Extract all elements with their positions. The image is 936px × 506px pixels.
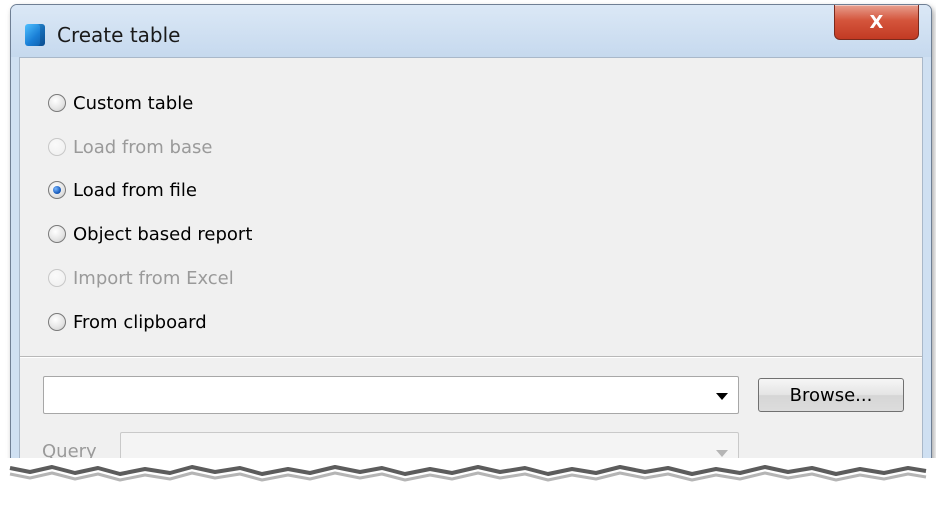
option-label: Import from Excel bbox=[73, 267, 234, 289]
create-table-dialog: Create table X Custom table Load from ba… bbox=[10, 4, 932, 496]
chevron-down-icon[interactable] bbox=[716, 393, 728, 400]
dialog-body: Custom table Load from base Load from fi… bbox=[19, 57, 923, 495]
browse-button[interactable]: Browse... bbox=[758, 378, 904, 412]
radio-import-from-excel bbox=[48, 269, 66, 287]
option-label: Load from base bbox=[73, 136, 213, 158]
option-label: From clipboard bbox=[73, 311, 207, 333]
option-import-from-excel: Import from Excel bbox=[48, 263, 234, 293]
option-label: Object based report bbox=[73, 223, 253, 245]
radio-from-clipboard[interactable] bbox=[48, 313, 66, 331]
option-load-from-file[interactable]: Load from file bbox=[48, 175, 197, 205]
close-button[interactable]: X bbox=[834, 5, 919, 40]
radio-object-based-report[interactable] bbox=[48, 225, 66, 243]
option-load-from-base: Load from base bbox=[48, 132, 212, 162]
dialog-title: Create table bbox=[57, 23, 181, 47]
option-from-clipboard[interactable]: From clipboard bbox=[48, 307, 207, 337]
app-icon bbox=[25, 24, 45, 46]
close-icon: X bbox=[869, 11, 884, 33]
radio-load-from-file[interactable] bbox=[48, 181, 66, 199]
chevron-down-icon bbox=[716, 450, 728, 457]
title-bar[interactable]: Create table X bbox=[11, 5, 931, 57]
file-path-combobox[interactable] bbox=[43, 376, 739, 414]
radio-custom-table[interactable] bbox=[48, 94, 66, 112]
option-object-based-report[interactable]: Object based report bbox=[48, 219, 252, 249]
option-label: Load from file bbox=[73, 179, 197, 201]
separator bbox=[20, 356, 922, 358]
option-label: Custom table bbox=[73, 92, 194, 114]
option-custom-table[interactable]: Custom table bbox=[48, 88, 193, 118]
torn-edge bbox=[0, 458, 936, 506]
radio-load-from-base bbox=[48, 138, 66, 156]
